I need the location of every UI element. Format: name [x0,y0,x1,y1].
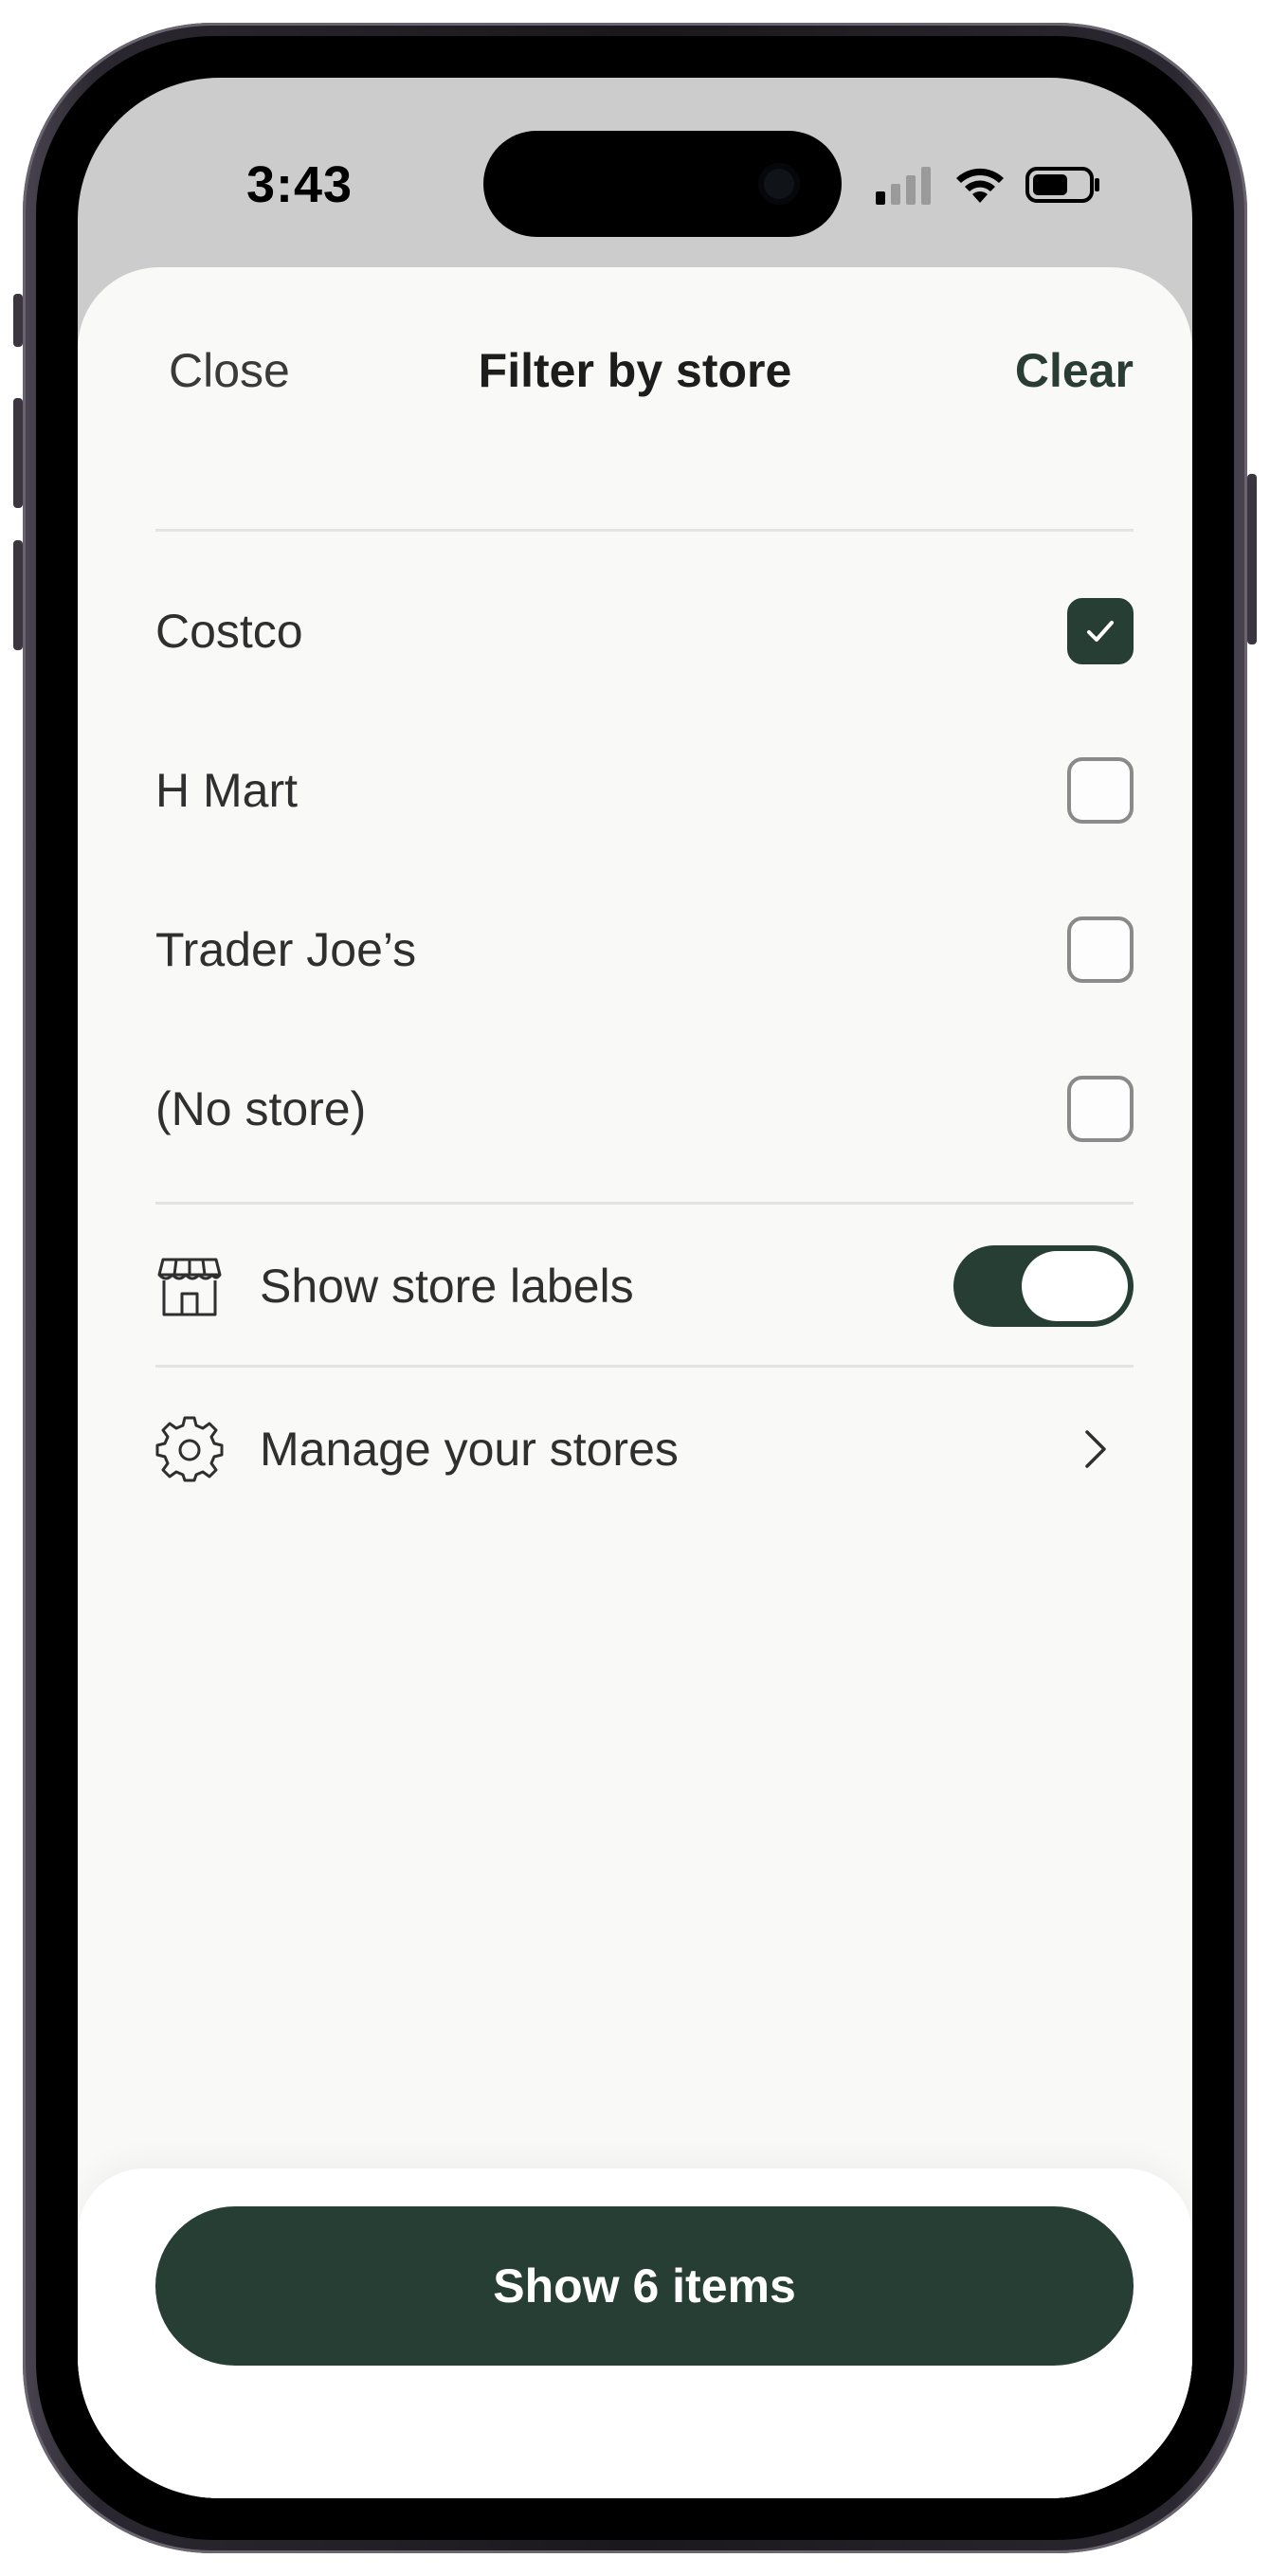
cellular-signal-icon [876,167,931,205]
show-store-labels-label: Show store labels [260,1260,634,1313]
store-row-costco[interactable]: Costco [155,552,1134,711]
status-icons [876,161,1101,209]
sheet-header: Close Filter by store Clear [78,267,1192,481]
costco-checkbox[interactable] [1067,598,1134,664]
power-button [1247,474,1257,644]
settings-divider [155,1365,1134,1368]
store-label: Costco [155,605,303,658]
toggle-knob [1022,1251,1128,1321]
show-items-button[interactable]: Show 6 items [155,2206,1134,2366]
show-store-labels-row: Show store labels [155,1206,1134,1367]
store-row-no-store[interactable]: (No store) [155,1029,1134,1188]
chevron-right-icon [1077,1421,1115,1478]
sheet-footer: Show 6 items [78,2168,1192,2498]
filter-sheet: Close Filter by store Clear Costco H Mar… [78,267,1192,2498]
volume-down-button [13,540,23,650]
front-camera [758,163,800,205]
manage-stores-row[interactable]: Manage your stores [155,1369,1134,1530]
storefront-icon [155,1252,224,1320]
gear-icon [155,1415,224,1483]
show-store-labels-toggle[interactable] [953,1245,1134,1327]
dynamic-island [483,131,842,237]
header-divider [155,529,1134,532]
action-button [13,294,23,347]
wifi-icon [956,168,1004,203]
checkmark-icon [1087,621,1114,642]
no-store-checkbox[interactable] [1067,1076,1134,1142]
volume-up-button [13,398,23,508]
store-label: (No store) [155,1082,367,1135]
screen: 3:43 Close Filter by store Clear Costco … [78,78,1192,2498]
h-mart-checkbox[interactable] [1067,757,1134,824]
status-time: 3:43 [246,156,354,213]
phone-frame: 3:43 Close Filter by store Clear Costco … [13,23,1257,2553]
store-row-trader-joes[interactable]: Trader Joe’s [155,870,1134,1029]
store-label: H Mart [155,764,298,817]
status-bar: 3:43 [78,78,1192,258]
trader-joes-checkbox[interactable] [1067,916,1134,983]
clear-button[interactable]: Clear [1015,343,1134,398]
store-row-h-mart[interactable]: H Mart [155,711,1134,870]
store-label: Trader Joe’s [155,923,417,976]
battery-icon [1025,167,1099,203]
manage-stores-label: Manage your stores [260,1423,679,1476]
stores-divider [155,1202,1134,1205]
